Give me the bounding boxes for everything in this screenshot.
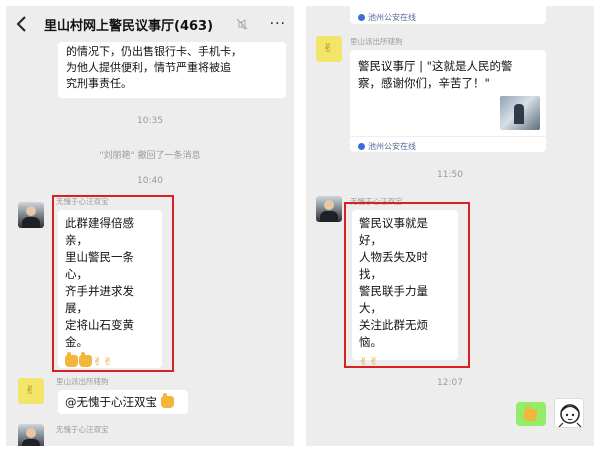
- right-chat-screenshot: 池州公安在线 ✌ 里山派出所辖狗 警民议事厅 | "这就是人民的警 察，感谢你们…: [306, 6, 594, 446]
- sender-name: 里山派出所辖狗: [350, 37, 403, 46]
- link-source[interactable]: 池州公安在线: [358, 10, 416, 26]
- link-thumbnail: [500, 96, 540, 130]
- avatar[interactable]: ✌: [316, 36, 342, 62]
- link-source[interactable]: 池州公安在线: [358, 139, 416, 155]
- avatar[interactable]: [554, 398, 584, 428]
- message-line: 究刑事责任。: [66, 77, 132, 90]
- message-bubble[interactable]: @无愧于心汪双宝: [58, 390, 188, 414]
- sender-name: 无愧于心汪双宝: [56, 425, 109, 434]
- avatar[interactable]: ✌: [18, 378, 44, 404]
- mention-text: @无愧于心汪双宝: [65, 395, 157, 409]
- left-chat-screenshot: 里山村网上警民议事厅(463) ··· 的情况下，仍出售银行卡、手机卡， 为他人…: [6, 6, 294, 446]
- more-icon[interactable]: ···: [270, 16, 286, 32]
- timestamp: 10:40: [137, 176, 163, 186]
- timestamp: 10:35: [137, 116, 163, 126]
- sender-name: 里山派出所辖狗: [56, 377, 109, 386]
- chat-title: 里山村网上警民议事厅(463): [44, 19, 214, 34]
- cartoon-girl-avatar: [558, 404, 582, 427]
- self-message-bubble[interactable]: [516, 402, 546, 426]
- message-line: 为他人提供便利，情节严重将被追: [66, 61, 231, 74]
- link-card[interactable]: 警民议事厅 | "这就是人民的警 察，感谢你们，辛苦了！" 池州公安在线: [350, 50, 546, 152]
- recall-notice: "刘丽艳" 撤回了一条消息: [99, 151, 201, 161]
- mute-icon: [236, 18, 248, 30]
- red-highlight-box: [52, 195, 174, 372]
- timestamp: 11:50: [437, 170, 463, 180]
- timestamp: 12:07: [437, 378, 463, 388]
- avatar[interactable]: [18, 202, 44, 228]
- back-arrow-icon[interactable]: [12, 14, 32, 34]
- avatar[interactable]: [18, 424, 44, 446]
- thumbs-up-icon: [160, 393, 174, 408]
- message-line: 的情况下，仍出售银行卡、手机卡，: [66, 45, 242, 58]
- thumbs-up-icon: [524, 406, 537, 421]
- link-source-icon: [358, 143, 365, 150]
- avatar[interactable]: [316, 196, 342, 222]
- chat-header: 里山村网上警民议事厅(463) ···: [6, 6, 294, 42]
- link-title-line: 警民议事厅 | "这就是人民的警: [358, 59, 513, 73]
- link-title-line: 察，感谢你们，辛苦了！": [358, 76, 490, 90]
- previous-message-bubble[interactable]: 的情况下，仍出售银行卡、手机卡， 为他人提供便利，情节严重将被追 究刑事责任。: [58, 42, 286, 98]
- link-source-icon: [358, 14, 365, 21]
- red-highlight-box: [344, 202, 470, 368]
- link-card-tail[interactable]: 池州公安在线: [350, 6, 546, 24]
